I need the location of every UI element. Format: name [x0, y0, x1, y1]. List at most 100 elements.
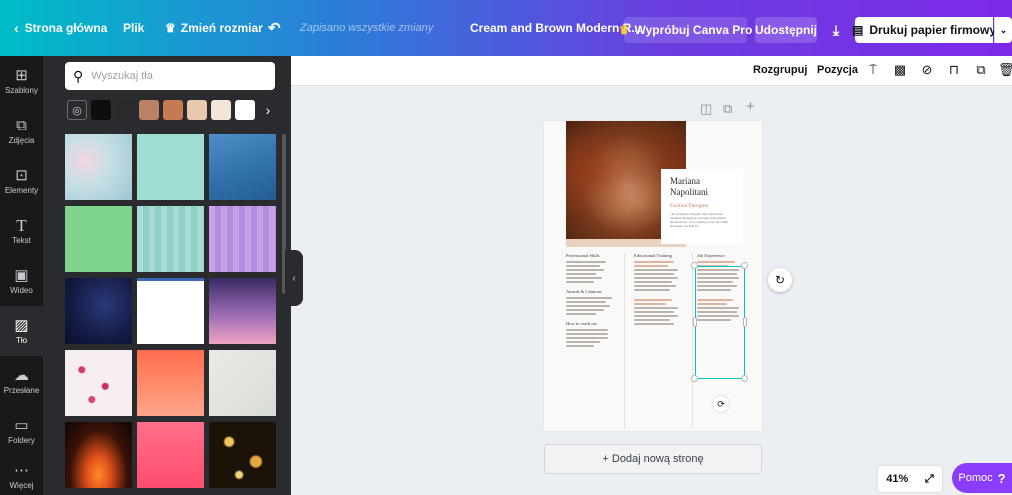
text-line	[566, 345, 594, 347]
background-tile[interactable]	[65, 134, 132, 200]
expand-icon[interactable]: ⤢	[925, 473, 934, 486]
help-button[interactable]: Pomoc ?	[952, 463, 1012, 493]
name-card[interactable]: Mariana Napolitani Fashion Designer I am…	[661, 169, 743, 244]
rail-item-photos[interactable]: ⧉ Zdjęcia	[0, 106, 43, 156]
upload-icon: ☁	[14, 366, 29, 384]
background-tile[interactable]	[209, 422, 276, 488]
background-tile[interactable]	[65, 422, 132, 488]
skills-column[interactable]: Professional Skills Awards & Citations H…	[566, 253, 628, 349]
selection-box[interactable]	[695, 266, 745, 379]
chevron-down-icon: ⌄	[999, 24, 1008, 35]
save-status: Zapisano wszystkie zmiany	[300, 22, 434, 34]
column-divider	[624, 253, 625, 428]
color-swatch[interactable]	[91, 100, 111, 120]
background-tile[interactable]	[137, 278, 204, 344]
text-line	[566, 329, 608, 331]
color-swatch[interactable]	[187, 100, 207, 120]
home-button[interactable]: ‹ Strona główna	[14, 0, 107, 56]
text-line	[634, 315, 678, 317]
rail-item-uploads[interactable]: ☁ Przesłane	[0, 356, 43, 406]
chevron-right-icon[interactable]: ›	[260, 100, 276, 120]
copy-page-icon[interactable]: ⧉	[723, 101, 732, 117]
resize-handle[interactable]	[693, 317, 697, 327]
background-tile[interactable]	[137, 134, 204, 200]
background-tile[interactable]	[65, 278, 132, 344]
resume-role[interactable]: Fashion Designer	[670, 203, 734, 209]
background-tile[interactable]	[209, 206, 276, 272]
text-line	[566, 305, 610, 307]
color-swatch[interactable]	[235, 100, 255, 120]
text-line	[634, 289, 670, 291]
rail-item-elements[interactable]: ⊡ Elementy	[0, 156, 43, 206]
resize-handle[interactable]	[743, 317, 747, 327]
section-heading: How to reach me	[566, 321, 597, 326]
try-pro-button[interactable]: ♛ Wypróbuj Canva Pro	[619, 17, 752, 43]
text-icon: T	[16, 215, 27, 235]
color-swatch[interactable]	[211, 100, 231, 120]
rail-item-video[interactable]: ▣ Wideo	[0, 256, 43, 306]
lock-icon[interactable]: ⊓	[946, 62, 962, 78]
rail-item-folders[interactable]: ▭ Foldery	[0, 406, 43, 456]
palette-icon[interactable]: ◎	[67, 100, 87, 120]
rail-item-text[interactable]: T Tekst	[0, 206, 43, 256]
link-icon[interactable]: ⊘	[919, 62, 935, 78]
add-page-button[interactable]: + Dodaj nową stronę	[544, 444, 762, 474]
background-tile[interactable]	[209, 134, 276, 200]
folder-icon: ▭	[14, 416, 29, 434]
background-tile[interactable]	[137, 206, 204, 272]
file-menu[interactable]: Plik	[123, 0, 144, 56]
paint-roller-icon[interactable]: ⍑	[865, 62, 881, 78]
trash-icon[interactable]: 🗑	[998, 62, 1012, 78]
search-box[interactable]: ⚲	[65, 62, 275, 90]
zoom-level[interactable]: 41%	[886, 473, 908, 485]
chevron-left-icon: ‹	[292, 272, 296, 284]
ungroup-button[interactable]: Rozgrupuj	[753, 64, 807, 76]
refresh-icon[interactable]: ↻	[768, 268, 792, 292]
collapse-panel-button[interactable]: ‹	[285, 250, 303, 306]
text-line	[634, 285, 676, 287]
share-button[interactable]: Udostępnij	[755, 17, 817, 43]
background-tile[interactable]	[137, 350, 204, 416]
resize-handle[interactable]	[741, 375, 748, 382]
rail-label: Więcej	[9, 480, 34, 490]
print-label: Drukuj papier firmowy	[869, 23, 997, 37]
undo-icon[interactable]: ↶	[268, 0, 281, 56]
rail-item-background[interactable]: ▨ Tło	[0, 306, 43, 356]
background-tile[interactable]	[209, 278, 276, 344]
resize-handle[interactable]	[741, 262, 748, 269]
document-title[interactable]: Cream and Brown Modern R...	[470, 0, 641, 56]
search-input[interactable]	[91, 70, 262, 82]
background-tile[interactable]	[137, 422, 204, 488]
rail-item-more[interactable]: ⋯ Więcej	[0, 451, 43, 495]
text-line	[566, 261, 606, 263]
color-swatch[interactable]	[163, 100, 183, 120]
add-page-icon[interactable]: +	[746, 98, 755, 115]
text-line	[634, 281, 672, 283]
zoom-control[interactable]: 41% ⤢	[878, 466, 942, 492]
resume-name[interactable]: Mariana Napolitani	[670, 176, 734, 198]
color-swatch[interactable]	[115, 100, 135, 120]
top-bar: ‹ Strona główna Plik ♛ Zmień rozmiar ↶ Z…	[0, 0, 1012, 56]
section-heading: Job Experience	[697, 253, 725, 258]
position-button[interactable]: Pozycja	[817, 64, 858, 76]
duplicate-icon[interactable]: ⧉	[973, 62, 989, 78]
crown-icon: ♛	[618, 23, 630, 37]
transparency-icon[interactable]: ▩	[892, 62, 908, 78]
text-line	[566, 273, 596, 275]
background-tile[interactable]	[65, 350, 132, 416]
resize-handle[interactable]	[691, 262, 698, 269]
background-tile[interactable]	[209, 350, 276, 416]
education-column[interactable]: Educational Training	[634, 253, 696, 327]
rail-label: Wideo	[10, 285, 33, 295]
note-icon[interactable]: ◫	[700, 101, 712, 117]
rotate-icon[interactable]: ⟳	[713, 396, 729, 412]
download-icon[interactable]: ⤓	[825, 17, 847, 43]
background-tile[interactable]	[65, 206, 132, 272]
rail-item-templates[interactable]: ⊞ Szablony	[0, 56, 43, 106]
resize-handle[interactable]	[691, 375, 698, 382]
color-swatch[interactable]	[139, 100, 159, 120]
print-options-button[interactable]: ⌄	[994, 17, 1012, 43]
print-button[interactable]: ▤ Drukuj papier firmowy	[852, 17, 997, 43]
resize-button[interactable]: ♛ Zmień rozmiar	[165, 0, 263, 56]
resume-bio[interactable]: I am a fashion designer with experience …	[670, 212, 734, 228]
